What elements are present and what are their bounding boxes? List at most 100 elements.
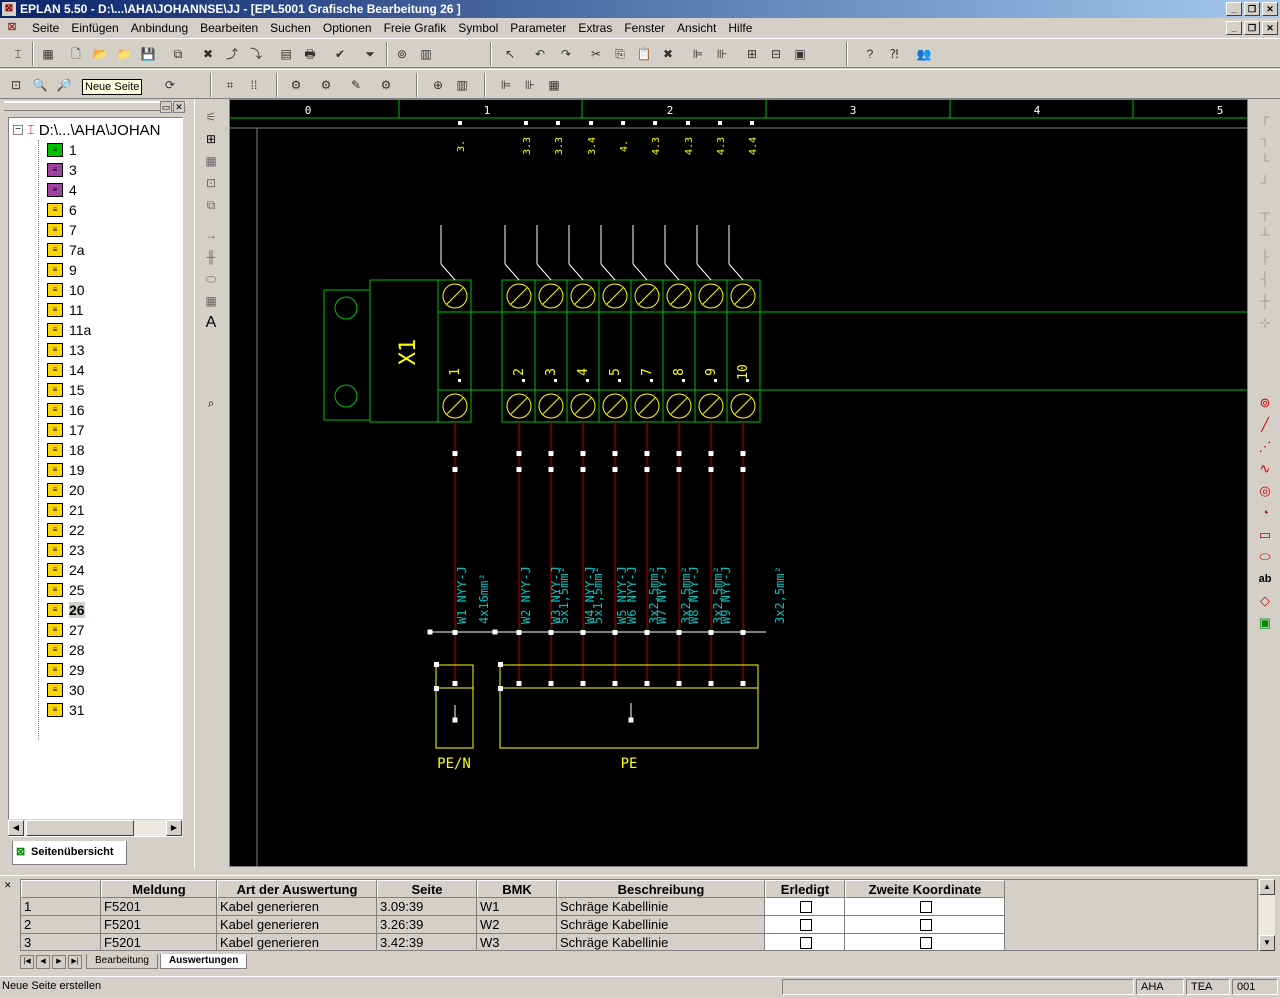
tree-item-page[interactable]: ≡ 30 <box>47 680 85 700</box>
menu-1[interactable]: Einfügen <box>65 21 124 35</box>
tree-item-page[interactable]: ≡ 13 <box>47 340 85 360</box>
panel-float-button[interactable]: ▭ <box>160 101 172 113</box>
tree-item-page[interactable]: ≡ 11a <box>47 320 91 340</box>
page-tree[interactable]: − ⌶ D:\...\AHA\JOHAN ≡ 1 ≡ 3 ≡ 4 ≡ 6 ≡ 7 ≡ 7a ≡ 9 ≡ 10 ≡… <box>8 117 183 837</box>
undo-icon[interactable]: ↶ <box>530 44 550 64</box>
insert-macro-icon[interactable]: ⊕ <box>428 75 448 95</box>
tree-item-page[interactable]: ≡ 14 <box>47 360 85 380</box>
zoom-in-icon[interactable]: 🔍 <box>30 75 50 95</box>
corner-bottomleft-icon[interactable]: └ <box>1255 151 1275 171</box>
tree-item-page[interactable]: ≡ 9 <box>47 260 77 280</box>
terminal-list-icon[interactable]: ⊫ <box>496 75 516 95</box>
link-icon[interactable]: ⊚ <box>1255 393 1275 413</box>
zweite-koordinate-checkbox[interactable] <box>920 918 932 931</box>
tree-item-page[interactable]: ≡ 28 <box>47 640 85 660</box>
place-symbol-icon[interactable]: ⊞ <box>201 129 221 149</box>
menu-12[interactable]: Hilfe <box>722 21 758 35</box>
users-icon[interactable]: 👥 <box>914 44 934 64</box>
prev-tab-button[interactable]: ◀ <box>36 954 50 969</box>
t-down-icon[interactable]: ┬ <box>1255 203 1275 223</box>
collapse-icon[interactable]: − <box>13 125 23 135</box>
tree-item-page[interactable]: ≡ 10 <box>47 280 85 300</box>
arc-icon[interactable]: ◔ <box>1255 503 1275 523</box>
circle-icon[interactable]: ◎ <box>1255 481 1275 501</box>
menu-9[interactable]: Extras <box>572 21 618 35</box>
cable-list-icon[interactable]: ⊪ <box>520 75 540 95</box>
copy-symbol-icon[interactable]: ⎘ <box>610 44 630 64</box>
arrow-icon[interactable]: → <box>201 225 221 245</box>
panel-gripper[interactable] <box>4 101 186 111</box>
save-icon[interactable]: 💾 <box>138 44 158 64</box>
messages-grid[interactable]: Meldung Art der Auswertung Seite BMK Beschre… <box>20 879 1258 951</box>
panel-close-button[interactable]: ✕ <box>173 101 185 113</box>
curve-icon[interactable]: ∿ <box>1255 459 1275 479</box>
tab-seitenuebersicht[interactable]: ⊠ Seitenübersicht <box>12 841 127 865</box>
parallel-icon[interactable]: ╫ <box>201 247 221 267</box>
connection-icon[interactable]: ⚟ <box>201 107 221 127</box>
line-icon[interactable]: ╱ <box>1255 415 1275 435</box>
zweite-koordinate-checkbox[interactable] <box>920 900 932 913</box>
tree-item-page[interactable]: ≡ 7 <box>47 220 77 240</box>
tree-item-page[interactable]: ≡ 17 <box>47 420 85 440</box>
tree-item-page[interactable]: ≡ 6 <box>47 200 77 220</box>
open-folder-icon[interactable]: 📁 <box>114 44 134 64</box>
erledigt-checkbox[interactable] <box>800 918 812 931</box>
drawing-canvas[interactable]: 0 1 2 3 4 5 3. 3.3 3.3 3.4 4. 4.3 4.3 4.3 4.4 X1 1 2 3 4 5 7 8… <box>229 99 1248 867</box>
grid-column-header[interactable]: Zweite Koordinate <box>845 880 1005 898</box>
grid-column-header[interactable]: Erledigt <box>765 880 845 898</box>
ungroup-icon[interactable]: ⊟ <box>766 44 786 64</box>
cut-icon[interactable]: ✂ <box>586 44 606 64</box>
grid-column-header[interactable]: Seite <box>377 880 477 898</box>
menu-4[interactable]: Suchen <box>264 21 317 35</box>
tab-bearbeitung[interactable]: Bearbeitung <box>86 954 158 969</box>
close-button[interactable]: ✕ <box>1262 2 1278 16</box>
redo-icon[interactable]: ↷ <box>556 44 576 64</box>
grid-column-header[interactable]: Meldung <box>101 880 217 898</box>
zweite-koordinate-checkbox[interactable] <box>920 936 932 949</box>
tab-auswertungen[interactable]: Auswertungen <box>159 954 248 969</box>
properties-icon[interactable]: ▤ <box>276 44 296 64</box>
import-icon[interactable]: ⤵ <box>246 44 266 64</box>
grid-icon[interactable]: ⁞⁞ <box>244 75 264 95</box>
text-tool-icon[interactable]: ab <box>1255 569 1275 589</box>
edit-icon[interactable]: ✎ <box>346 75 366 95</box>
menu-8[interactable]: Parameter <box>504 21 572 35</box>
copy-icon[interactable]: ⧉ <box>168 44 188 64</box>
t-left-icon[interactable]: ┤ <box>1255 269 1275 289</box>
macro-icon[interactable]: ⚙ <box>376 75 396 95</box>
restore-button[interactable]: ❐ <box>1244 2 1260 16</box>
tree-item-page[interactable]: ≡ 19 <box>47 460 85 480</box>
image-icon[interactable]: ▣ <box>1255 613 1275 633</box>
erledigt-checkbox[interactable] <box>800 900 812 913</box>
export-icon[interactable]: ⤴ <box>222 44 242 64</box>
schematic-svg[interactable]: 0 1 2 3 4 5 3. 3.3 3.3 3.4 4. 4.3 4.3 4.3 4.4 X1 1 2 3 4 5 7 8… <box>230 100 1247 866</box>
group-icon[interactable]: ⊞ <box>742 44 762 64</box>
device-list-icon[interactable]: ▥ <box>452 75 472 95</box>
copy-frame-icon[interactable]: ⧉ <box>201 195 221 215</box>
tree-hscrollbar[interactable]: ◀ ▶ <box>8 819 183 836</box>
grid-column-header[interactable]: BMK <box>477 880 557 898</box>
junction-icon[interactable]: ┼ <box>1255 291 1275 311</box>
junction-alt-icon[interactable]: ⊹ <box>1255 313 1275 333</box>
erledigt-checkbox[interactable] <box>800 936 812 949</box>
menu-11[interactable]: Ansicht <box>671 21 722 35</box>
help-icon[interactable]: ? <box>860 44 880 64</box>
list-icon[interactable]: ▦ <box>201 151 221 171</box>
menu-6[interactable]: Freie Grafik <box>378 21 453 35</box>
scroll-left-button[interactable]: ◀ <box>8 820 24 836</box>
paste-icon[interactable]: 📋 <box>634 44 654 64</box>
tree-item-page[interactable]: ≡ 22 <box>47 520 85 540</box>
hatch-icon[interactable]: ◇ <box>1255 591 1275 611</box>
grid-column-header[interactable]: Beschreibung <box>557 880 765 898</box>
zoom-out-icon[interactable]: 🔎 <box>54 75 74 95</box>
menu-7[interactable]: Symbol <box>452 21 504 35</box>
grid-column-header[interactable]: Art der Auswertung <box>217 880 377 898</box>
messages-close-button[interactable]: ✕ <box>4 880 12 891</box>
scroll-up-button[interactable]: ▲ <box>1259 879 1275 895</box>
tree-item-page[interactable]: ≡ 7a <box>47 240 85 260</box>
tree-item-page[interactable]: ≡ 1 <box>47 140 77 160</box>
first-tab-button[interactable]: |◀ <box>20 954 34 969</box>
document-icon[interactable]: ⊠ <box>4 20 20 36</box>
open-page-icon[interactable]: 📂 <box>90 44 110 64</box>
table-row[interactable]: 2 F5201 Kabel generieren 3.26:39 W2 Schräge K… <box>21 916 1005 934</box>
